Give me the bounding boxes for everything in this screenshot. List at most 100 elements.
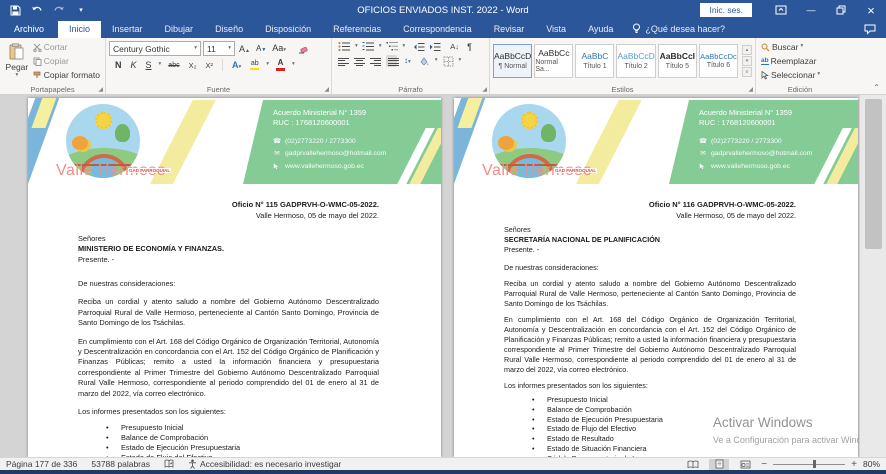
close-button[interactable]: × bbox=[856, 0, 886, 20]
style-titulo-2[interactable]: AaBbCcD Título 2 bbox=[616, 44, 655, 78]
restore-button[interactable] bbox=[826, 0, 856, 20]
numbering-dropdown-icon[interactable]: ▾ bbox=[379, 44, 382, 50]
tab-vista[interactable]: Vista bbox=[535, 21, 577, 38]
paste-button[interactable]: Pegar ▾ bbox=[3, 41, 31, 81]
increase-indent-button[interactable] bbox=[429, 42, 441, 52]
fuente-dialog-launcher[interactable]: ◢ bbox=[324, 87, 329, 93]
tab-ayuda[interactable]: Ayuda bbox=[577, 21, 624, 38]
style-titulo-5[interactable]: AaBbCcI Título 5 bbox=[658, 44, 697, 78]
parrafo-dialog-launcher[interactable]: ◢ bbox=[482, 87, 487, 93]
clear-formatting-button[interactable] bbox=[296, 44, 311, 54]
undo-icon[interactable] bbox=[30, 3, 44, 17]
underline-dropdown-icon[interactable]: ▾ bbox=[159, 62, 162, 68]
tell-me-box[interactable]: ¿Qué desea hacer? bbox=[624, 20, 733, 38]
bullets-dropdown-icon[interactable]: ▾ bbox=[355, 44, 358, 50]
sign-in-button[interactable]: Inic. ses. bbox=[700, 3, 752, 17]
accessibility-status[interactable]: Accesibilidad: es necesario investigar bbox=[188, 459, 341, 469]
zoom-out-button[interactable]: − bbox=[761, 459, 767, 470]
styles-more-icon[interactable]: ≡ bbox=[742, 67, 752, 77]
style-normal[interactable]: AaBbCcD ¶ Normal bbox=[493, 44, 532, 78]
font-color-button[interactable]: A bbox=[274, 59, 287, 71]
proofing-icon[interactable] bbox=[164, 459, 174, 469]
comments-icon[interactable] bbox=[864, 24, 876, 38]
shading-dropdown-icon[interactable]: ▾ bbox=[435, 58, 438, 64]
zoom-in-button[interactable]: + bbox=[851, 459, 857, 470]
replace-button[interactable]: ab Reemplazar bbox=[759, 55, 841, 67]
customize-qat-icon[interactable]: ▾ bbox=[74, 3, 88, 17]
tab-revisar[interactable]: Revisar bbox=[483, 21, 536, 38]
justify-button[interactable] bbox=[386, 55, 397, 67]
word-count[interactable]: 53788 palabras bbox=[91, 459, 150, 469]
bold-button[interactable]: N bbox=[113, 60, 124, 70]
zoom-level[interactable]: 80% bbox=[863, 459, 880, 469]
style-titulo-6[interactable]: AaBbCcDc Título 6 bbox=[699, 44, 738, 78]
tab-insertar[interactable]: Insertar bbox=[101, 21, 154, 38]
estilos-dialog-launcher[interactable]: ◢ bbox=[748, 87, 753, 93]
letter-body[interactable]: Oficio N° 116 GADPRVH-O-WMC-05-2022. Val… bbox=[454, 200, 858, 457]
font-name-select[interactable]: Century Gothic ▾ bbox=[109, 41, 201, 56]
subscript-button[interactable]: X₂ bbox=[187, 61, 199, 70]
shrink-font-button[interactable]: A▼ bbox=[254, 44, 268, 53]
read-mode-button[interactable] bbox=[683, 459, 703, 470]
save-icon[interactable] bbox=[8, 3, 22, 17]
scrollbar-thumb[interactable] bbox=[865, 99, 882, 249]
find-button[interactable]: Buscar ▾ bbox=[759, 41, 841, 53]
grow-font-button[interactable]: A▲ bbox=[237, 44, 252, 54]
tab-archivo[interactable]: Archivo bbox=[0, 21, 58, 38]
minimize-button[interactable]: — bbox=[796, 0, 826, 20]
text-effects-button[interactable]: A▾ bbox=[230, 60, 243, 71]
strikethrough-button[interactable]: abc bbox=[166, 62, 181, 69]
align-center-button[interactable] bbox=[354, 56, 365, 66]
show-paragraph-marks-button[interactable]: ¶ bbox=[465, 42, 474, 52]
web-layout-button[interactable] bbox=[735, 459, 755, 470]
select-button[interactable]: Seleccionar ▾ bbox=[759, 69, 841, 81]
highlight-button[interactable]: ab bbox=[248, 60, 261, 71]
shading-button[interactable] bbox=[418, 56, 430, 67]
multilevel-list-button[interactable] bbox=[386, 41, 399, 52]
numbering-button[interactable] bbox=[362, 41, 375, 52]
letter-body[interactable]: Oficio N° 115 GADPRVH-O-WMC-05-2022. Val… bbox=[28, 200, 441, 457]
tab-inicio[interactable]: Inicio bbox=[58, 21, 101, 38]
tab-disposicion[interactable]: Disposición bbox=[254, 21, 322, 38]
font-size-dropdown-icon: ▾ bbox=[228, 46, 231, 52]
tab-referencias[interactable]: Referencias bbox=[322, 21, 392, 38]
collapse-ribbon-icon[interactable]: ⌃ bbox=[873, 83, 880, 92]
font-size-select[interactable]: 11 ▾ bbox=[203, 41, 235, 56]
copy-button[interactable]: Copiar bbox=[31, 55, 102, 67]
document-page-1[interactable]: Acuerdo Ministerial N° 1359 RUC : 176812… bbox=[28, 98, 441, 457]
ribbon-display-options-icon[interactable] bbox=[766, 0, 796, 20]
zoom-slider-thumb[interactable] bbox=[813, 460, 816, 468]
web-row: www.vallehermoso.gob.ec bbox=[273, 163, 441, 171]
portapapeles-dialog-launcher[interactable]: ◢ bbox=[98, 87, 103, 93]
zoom-slider[interactable] bbox=[773, 464, 845, 465]
font-color-dropdown-icon[interactable]: ▾ bbox=[292, 62, 295, 68]
tab-dibujar[interactable]: Dibujar bbox=[154, 21, 205, 38]
underline-button[interactable]: S bbox=[144, 60, 154, 70]
bullets-button[interactable] bbox=[338, 41, 351, 52]
tab-correspondencia[interactable]: Correspondencia bbox=[392, 21, 483, 38]
styles-scroll-down-icon[interactable]: ▾ bbox=[742, 56, 752, 66]
style-normal-sa[interactable]: AaBbCc Normal Sa... bbox=[534, 44, 573, 78]
highlight-dropdown-icon[interactable]: ▾ bbox=[266, 62, 269, 68]
format-painter-button[interactable]: Copiar formato bbox=[31, 69, 102, 81]
style-titulo-1[interactable]: AaBbC Título 1 bbox=[575, 44, 614, 78]
borders-button[interactable] bbox=[443, 56, 454, 67]
vertical-scrollbar[interactable] bbox=[859, 95, 886, 457]
sort-button[interactable]: A↓ bbox=[448, 42, 461, 51]
change-case-button[interactable]: Aa▾ bbox=[270, 43, 288, 54]
align-left-button[interactable] bbox=[338, 56, 349, 66]
document-page-2[interactable]: Acuerdo Ministerial N° 1359 RUC : 176812… bbox=[454, 98, 858, 457]
borders-dropdown-icon[interactable]: ▾ bbox=[459, 58, 462, 64]
line-spacing-button[interactable]: ↕▾ bbox=[402, 56, 413, 66]
cut-button[interactable]: Cortar bbox=[31, 41, 102, 53]
tab-diseno[interactable]: Diseño bbox=[204, 21, 254, 38]
align-right-button[interactable] bbox=[370, 56, 381, 66]
italic-button[interactable]: K bbox=[129, 60, 139, 70]
multilevel-dropdown-icon[interactable]: ▾ bbox=[403, 44, 406, 50]
styles-scroll-up-icon[interactable]: ▴ bbox=[742, 45, 752, 55]
redo-icon[interactable] bbox=[52, 3, 66, 17]
superscript-button[interactable]: X² bbox=[204, 61, 216, 70]
print-layout-button[interactable] bbox=[709, 459, 729, 470]
page-indicator[interactable]: Página 177 de 336 bbox=[6, 459, 77, 469]
decrease-indent-button[interactable] bbox=[413, 42, 425, 52]
